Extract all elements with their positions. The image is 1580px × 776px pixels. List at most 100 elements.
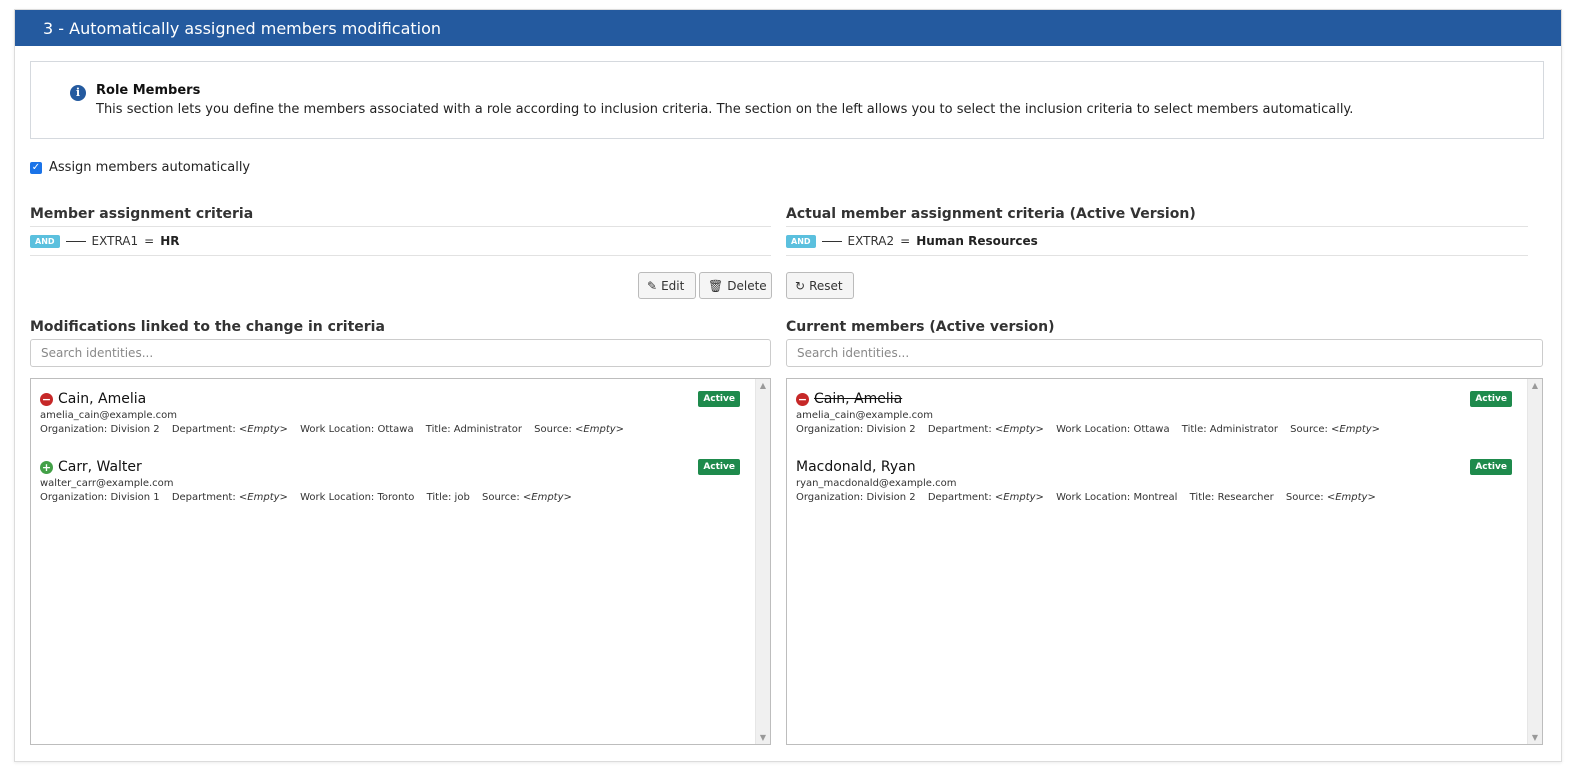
attr-department: Department: <Empty>: [928, 492, 1044, 503]
attr-department-label: Department:: [171, 424, 236, 435]
attr-department-value: <Empty>: [994, 492, 1044, 503]
right-criteria-line: AND EXTRA2 = Human Resources: [786, 226, 1528, 256]
attr-department: Department: <Empty>: [172, 424, 288, 435]
auto-assign-row[interactable]: ✓ Assign members automatically: [30, 160, 250, 175]
reset-label: Reset: [809, 278, 843, 293]
attr-title: Title: Researcher: [1189, 492, 1274, 503]
status-badge: Active: [698, 459, 740, 475]
scroll-down-arrow-icon[interactable]: ▼: [756, 733, 770, 742]
attr-organization: Organization: Division 1: [40, 492, 160, 503]
scroll-down-arrow-icon[interactable]: ▼: [1528, 733, 1542, 742]
right-search-input[interactable]: [786, 339, 1543, 367]
attr-source-label: Source:: [534, 424, 572, 435]
criteria-field: EXTRA2: [847, 234, 895, 248]
attr-source: Source: <Empty>: [534, 424, 624, 435]
info-text: This section lets you define the members…: [96, 102, 1354, 117]
attr-department-value: <Empty>: [238, 424, 288, 435]
member-attributes: Organization: Division 2 Department: <Em…: [796, 492, 1512, 503]
scrollbar[interactable]: ▲ ▼: [1527, 379, 1542, 744]
edit-icon: ✎: [647, 278, 658, 293]
reset-icon: ↻: [795, 278, 806, 293]
attr-source: Source: <Empty>: [1290, 424, 1380, 435]
attr-location: Work Location: Ottawa: [300, 424, 414, 435]
attr-location: Work Location: Montreal: [1056, 492, 1178, 503]
attr-department-label: Department:: [171, 492, 236, 503]
delete-button[interactable]: 🗑 Delete: [699, 272, 772, 299]
attr-organization: Organization: Division 2: [796, 424, 916, 435]
panel-header: 3 - Automatically assigned members modif…: [15, 10, 1561, 46]
attr-location: Work Location: Ottawa: [1056, 424, 1170, 435]
attr-source: Source: <Empty>: [482, 492, 572, 503]
criteria-value: HR: [160, 234, 180, 248]
and-operator-badge: AND: [30, 234, 60, 248]
right-list-title: Current members (Active version): [786, 319, 1055, 335]
and-operator-badge: AND: [786, 234, 816, 248]
list-item[interactable]: − Cain, Amelia Active amelia_cain@exampl…: [796, 389, 1512, 435]
member-attributes: Organization: Division 2 Department: <Em…: [796, 424, 1512, 435]
attr-source: Source: <Empty>: [1286, 492, 1376, 503]
member-email: walter_carr@example.com: [40, 478, 174, 489]
status-badge: Active: [698, 391, 740, 407]
list-item[interactable]: + Carr, Walter Active walter_carr@exampl…: [40, 457, 740, 503]
member-name: Macdonald, Ryan: [796, 459, 916, 475]
member-attributes: Organization: Division 1 Department: <Em…: [40, 492, 740, 503]
auto-assign-label: Assign members automatically: [49, 160, 251, 175]
member-email: amelia_cain@example.com: [40, 410, 178, 421]
left-criteria-title: Member assignment criteria: [30, 206, 254, 222]
left-criteria-line: AND EXTRA1 = HR: [30, 226, 771, 256]
connector-line: [65, 240, 86, 242]
right-member-list[interactable]: − Cain, Amelia Active amelia_cain@exampl…: [786, 378, 1543, 745]
attr-department: Department: <Empty>: [172, 492, 288, 503]
criteria-value: Human Resources: [916, 234, 1038, 248]
auto-assign-checkbox[interactable]: ✓: [30, 161, 42, 174]
member-email: amelia_cain@example.com: [796, 410, 934, 421]
edit-label: Edit: [661, 278, 685, 293]
connector-line: [821, 240, 842, 242]
list-item[interactable]: Macdonald, Ryan Active ryan_macdonald@ex…: [796, 457, 1512, 503]
attr-location: Work Location: Toronto: [300, 492, 415, 503]
attr-department-value: <Empty>: [994, 424, 1044, 435]
scroll-up-arrow-icon[interactable]: ▲: [1528, 381, 1542, 390]
attr-source-label: Source:: [1285, 492, 1324, 503]
member-name: Carr, Walter: [58, 459, 142, 475]
member-attributes: Organization: Division 2 Department: <Em…: [40, 424, 740, 435]
status-badge: Active: [1470, 459, 1512, 475]
minus-circle-icon: −: [40, 392, 53, 406]
info-title: Role Members: [96, 83, 201, 98]
member-email: ryan_macdonald@example.com: [796, 478, 957, 489]
panel-title: 3 - Automatically assigned members modif…: [43, 18, 442, 38]
attr-department-label: Department:: [927, 424, 992, 435]
left-list-title: Modifications linked to the change in cr…: [30, 319, 385, 335]
attr-source-value: <Empty>: [522, 492, 572, 503]
attr-title: Title: job: [426, 492, 470, 503]
role-members-panel: 3 - Automatically assigned members modif…: [14, 9, 1562, 762]
reset-button[interactable]: ↻ Reset: [786, 272, 854, 299]
attr-department-value: <Empty>: [238, 492, 288, 503]
attr-source-label: Source:: [481, 492, 520, 503]
right-criteria-title: Actual member assignment criteria (Activ…: [786, 206, 1196, 222]
left-member-list[interactable]: − Cain, Amelia Active amelia_cain@exampl…: [30, 378, 771, 745]
attr-organization: Organization: Division 2: [796, 492, 916, 503]
list-item[interactable]: − Cain, Amelia Active amelia_cain@exampl…: [40, 389, 740, 435]
attr-source-value: <Empty>: [1326, 492, 1376, 503]
criteria-operator: =: [144, 234, 155, 248]
left-search-input[interactable]: [30, 339, 771, 367]
attr-source-value: <Empty>: [1331, 424, 1381, 435]
scroll-up-arrow-icon[interactable]: ▲: [756, 381, 770, 390]
criteria-operator: =: [900, 234, 911, 248]
attr-source-value: <Empty>: [575, 424, 625, 435]
attr-title: Title: Administrator: [1181, 424, 1278, 435]
attr-organization: Organization: Division 2: [40, 424, 160, 435]
attr-title: Title: Administrator: [425, 424, 522, 435]
member-name: Cain, Amelia: [814, 391, 903, 407]
member-name: Cain, Amelia: [58, 391, 147, 407]
minus-circle-icon: −: [796, 392, 809, 406]
criteria-field: EXTRA1: [91, 234, 139, 248]
attr-department: Department: <Empty>: [928, 424, 1044, 435]
attr-department-label: Department:: [927, 492, 992, 503]
delete-label: Delete: [727, 278, 767, 293]
scrollbar[interactable]: ▲ ▼: [755, 379, 770, 744]
info-icon: i: [70, 85, 86, 101]
info-box: i Role Members This section lets you def…: [30, 61, 1544, 139]
edit-button[interactable]: ✎ Edit: [638, 272, 696, 299]
